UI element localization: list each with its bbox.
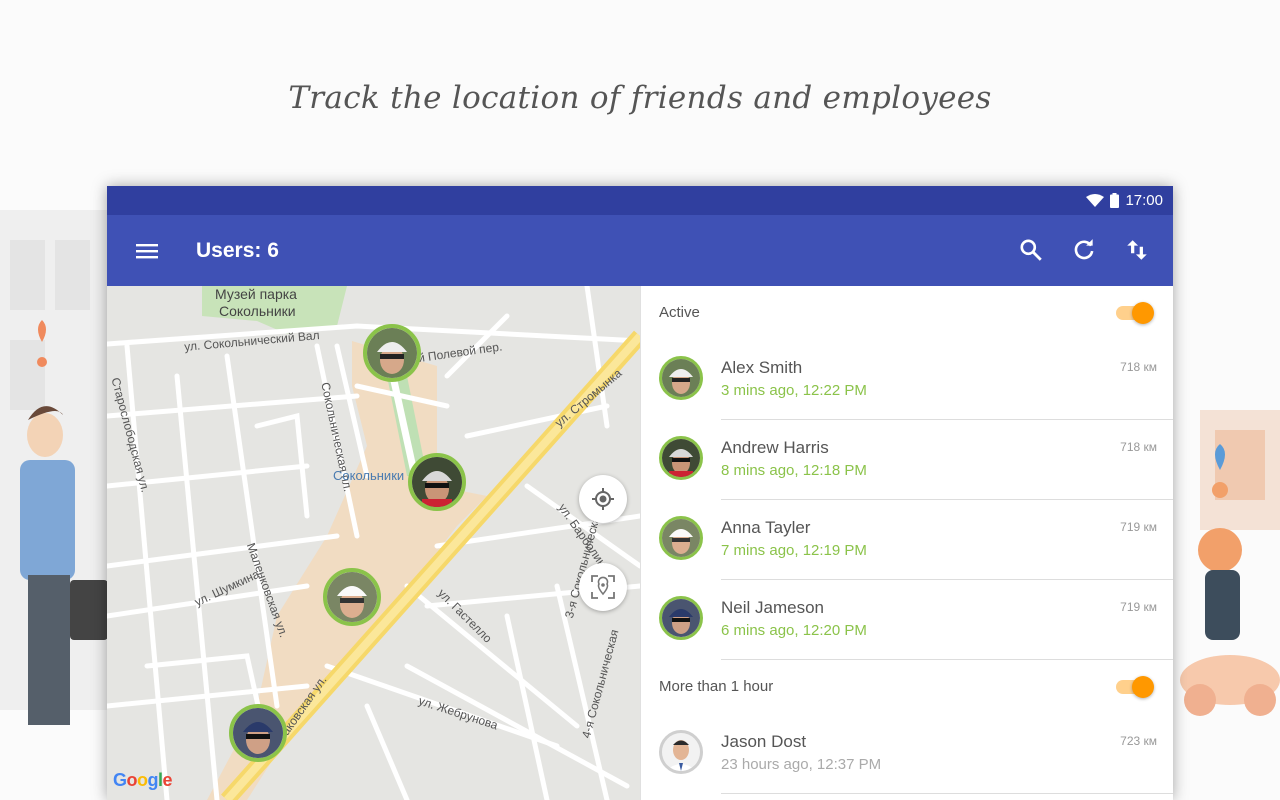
- fit-bounds-icon: [591, 575, 615, 599]
- refresh-icon[interactable]: [1071, 237, 1097, 263]
- sort-icon[interactable]: [1124, 237, 1150, 263]
- user-distance: 719 км: [1120, 520, 1157, 534]
- my-location-button[interactable]: [579, 475, 627, 523]
- google-logo: Google: [113, 770, 173, 790]
- crosshair-icon: [592, 488, 614, 510]
- user-distance: 723 км: [1120, 734, 1157, 748]
- user-list: Active Alex Smith 3 mins ago, 12:22 PM 7…: [640, 286, 1173, 800]
- user-name: Alex Smith: [721, 358, 803, 377]
- user-last-seen: 23 hours ago, 12:37 PM: [721, 756, 882, 773]
- tablet-screen: 17:00 Users: 6 Музей парка Сокольники ул…: [107, 186, 1173, 800]
- list-item-user[interactable]: Alex Smith 3 mins ago, 12:22 PM 718 км: [641, 340, 1173, 420]
- background-illustration-left: [0, 210, 110, 725]
- page-title: Users: 6: [196, 239, 279, 262]
- avatar: [659, 730, 703, 774]
- search-icon[interactable]: [1018, 237, 1044, 263]
- section-header-active: Active: [641, 286, 1173, 340]
- active-toggle[interactable]: [1114, 302, 1154, 324]
- battery-icon: [1110, 193, 1120, 208]
- avatar: [659, 596, 703, 640]
- avatar: [659, 356, 703, 400]
- map-label-station: Сокольники: [333, 468, 405, 483]
- list-item-user[interactable]: Anna Tayler 7 mins ago, 12:19 PM 719 км: [641, 500, 1173, 580]
- map-label-museum-2: Сокольники: [219, 303, 296, 319]
- status-time: 17:00: [1125, 192, 1163, 209]
- map-label-museum: Музей парка: [215, 286, 297, 302]
- app-bar: Users: 6: [107, 215, 1173, 286]
- map-marker-user[interactable]: [323, 568, 381, 626]
- inactive-toggle[interactable]: [1114, 676, 1154, 698]
- tagline: Track the location of friends and employ…: [288, 80, 992, 116]
- menu-icon[interactable]: [135, 239, 159, 263]
- user-last-seen: 7 mins ago, 12:19 PM: [721, 542, 867, 559]
- user-name: Andrew Harris: [721, 438, 829, 457]
- list-item-user[interactable]: Jason Dost 23 hours ago, 12:37 PM 723 км: [641, 714, 1173, 794]
- user-name: Neil Jameson: [721, 598, 824, 617]
- user-last-seen: 6 mins ago, 12:20 PM: [721, 622, 867, 639]
- fit-markers-button[interactable]: [579, 563, 627, 611]
- section-header-inactive: More than 1 hour: [641, 660, 1173, 714]
- user-distance: 718 км: [1120, 440, 1157, 454]
- section-label: Active: [659, 304, 700, 321]
- user-last-seen: 8 mins ago, 12:18 PM: [721, 462, 867, 479]
- map-marker-user[interactable]: [408, 453, 466, 511]
- wifi-icon: [1086, 193, 1105, 207]
- user-distance: 718 км: [1120, 360, 1157, 374]
- avatar: [659, 516, 703, 560]
- user-last-seen: 3 mins ago, 12:22 PM: [721, 382, 867, 399]
- map-marker-user[interactable]: [229, 704, 287, 762]
- status-bar: 17:00: [107, 186, 1173, 215]
- user-name: Anna Tayler: [721, 518, 811, 537]
- map-view[interactable]: Музей парка Сокольники ул. Сокольнически…: [107, 286, 640, 800]
- background-illustration-right: [1180, 410, 1280, 716]
- avatar: [659, 436, 703, 480]
- section-label: More than 1 hour: [659, 678, 774, 695]
- list-item-user[interactable]: Andrew Harris 8 mins ago, 12:18 PM 718 к…: [641, 420, 1173, 500]
- user-name: Jason Dost: [721, 732, 807, 751]
- list-item-user[interactable]: Neil Jameson 6 mins ago, 12:20 PM 719 км: [641, 580, 1173, 660]
- map-marker-user[interactable]: [363, 324, 421, 382]
- user-distance: 719 км: [1120, 600, 1157, 614]
